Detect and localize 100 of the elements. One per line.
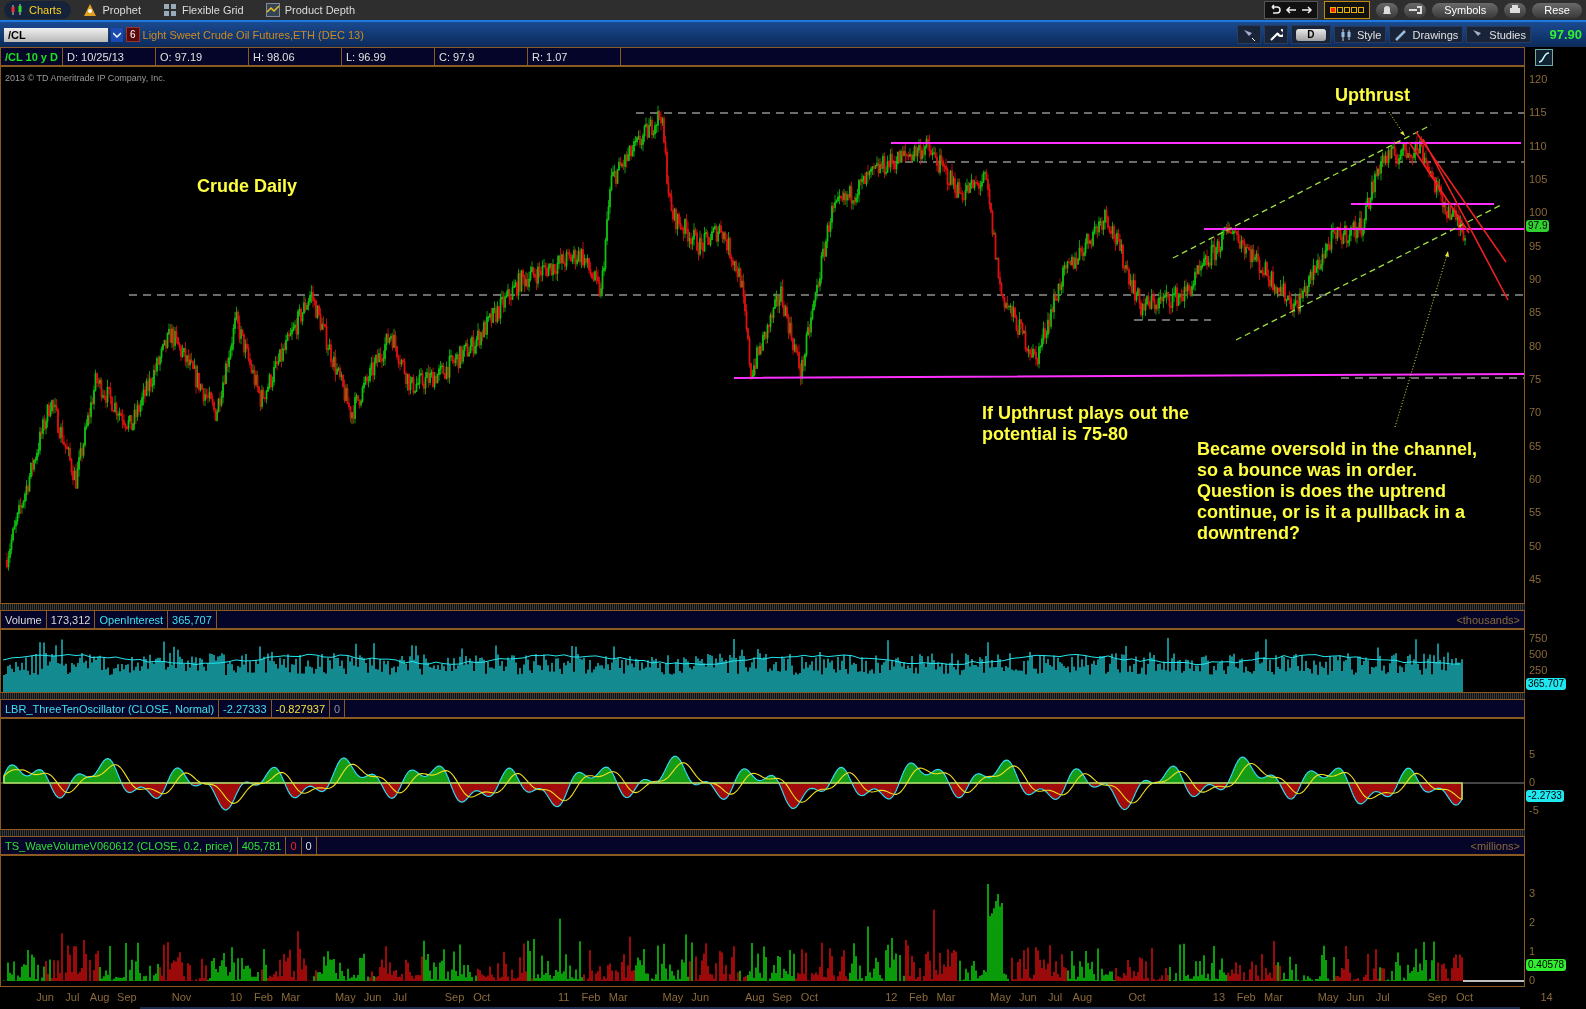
dropdown-icon[interactable] xyxy=(111,27,123,42)
app-tab[interactable]: Flexible Grid xyxy=(156,1,254,19)
study-value: TS_WaveVolumeV060612 (CLOSE, 0.2, price) xyxy=(1,837,238,854)
axis-label: 75 xyxy=(1529,372,1542,385)
axis-label: May xyxy=(334,991,356,1003)
axis-label: Sep xyxy=(117,991,137,1003)
chart-label: /CL 10 y D xyxy=(1,48,63,65)
axis-label: Jul xyxy=(1375,991,1390,1003)
price-tag: 97.9 xyxy=(1526,220,1550,232)
chart-annotation: Upthrust xyxy=(1335,85,1410,106)
axis-label: 120 xyxy=(1529,73,1548,85)
app-tab[interactable]: Prophet xyxy=(77,1,151,19)
pencil-icon xyxy=(1394,27,1409,42)
forward-arrow-icon[interactable] xyxy=(1301,4,1314,16)
axis-label: 45 xyxy=(1529,572,1542,585)
axis-label: Jul xyxy=(1048,991,1063,1003)
axis-label: Jun xyxy=(691,991,710,1003)
axis-label: Jun xyxy=(36,991,54,1003)
axis-label: 5 xyxy=(1529,748,1536,760)
axis-label: Sep xyxy=(444,991,465,1003)
depth-chart-icon xyxy=(265,3,280,17)
axis-label: Oct xyxy=(1128,991,1146,1003)
axis-label: 13 xyxy=(1212,991,1225,1003)
axis-label: 115 xyxy=(1529,106,1547,119)
axis-label: 12 xyxy=(885,991,898,1003)
print-icon[interactable] xyxy=(1504,2,1527,18)
chart-annotation: If Upthrust plays out the potential is 75-80 xyxy=(982,403,1190,445)
toolbar-button[interactable]: Drawings xyxy=(1389,26,1464,43)
axis-label: 10 xyxy=(229,991,243,1003)
axis-label: Feb xyxy=(1236,991,1256,1003)
axis-label: 750 xyxy=(1529,632,1548,644)
eye-pyramid-icon xyxy=(83,3,98,17)
quote-value: C: 97.9 xyxy=(435,48,528,65)
axis-label: May xyxy=(990,991,1011,1003)
study-value: 405,781 xyxy=(237,837,287,854)
axis-label: Nov xyxy=(171,991,192,1003)
quote-value: H: 98.06 xyxy=(249,48,342,65)
copyright-text: 2013 © TD Ameritrade IP Company, Inc. xyxy=(5,73,166,83)
quote-value: L: 96.99 xyxy=(342,48,435,65)
quote-value: D: 10/25/13 xyxy=(63,48,156,65)
axis-label: Oct xyxy=(1456,991,1474,1003)
undo-icon[interactable] xyxy=(1269,4,1282,16)
axis-label: 90 xyxy=(1529,272,1542,285)
symbol-field[interactable]: /CL xyxy=(4,27,108,42)
axis-label: Aug xyxy=(89,991,110,1003)
axis-label: 0 xyxy=(1529,974,1536,986)
symbols-button[interactable]: Symbols xyxy=(1432,2,1499,18)
study-value: -0.827937 xyxy=(271,700,331,717)
axis-label: 2 xyxy=(1529,916,1536,928)
grid-selector[interactable] xyxy=(1324,1,1371,19)
axis-label: May xyxy=(662,991,684,1003)
axis-label: Aug xyxy=(745,991,765,1003)
instrument-description: Light Sweet Crude Oil Futures,ETH (DEC 13) xyxy=(142,28,364,41)
study-value: 0 xyxy=(330,700,346,717)
axis-label: Feb xyxy=(909,991,929,1003)
axis-label: 65 xyxy=(1529,439,1542,452)
axis-label: Jun xyxy=(1018,991,1037,1003)
chart-annotation: Crude Daily xyxy=(197,176,298,197)
curve-icon[interactable] xyxy=(1535,49,1553,66)
axis-label: Mar xyxy=(1264,991,1283,1003)
axis-label: 80 xyxy=(1529,339,1542,352)
study-value: 173,312 xyxy=(46,611,96,628)
axis-label: Jul xyxy=(65,991,80,1003)
axis-label: 3 xyxy=(1529,887,1536,899)
toolbar-button[interactable]: Studies xyxy=(1466,26,1531,43)
axis-label: Aug xyxy=(1072,991,1093,1003)
axis-label: Oct xyxy=(800,991,818,1003)
toolbar-button[interactable]: Style xyxy=(1333,26,1387,43)
axis-label: Oct xyxy=(473,991,491,1003)
link-badge[interactable]: 6 xyxy=(126,27,140,42)
study-value: OpenInterest xyxy=(95,611,169,628)
axis-label: 60 xyxy=(1529,472,1542,485)
reset-button[interactable]: Rese xyxy=(1532,2,1582,18)
bell-icon[interactable] xyxy=(1376,2,1399,18)
axis-label: 105 xyxy=(1529,173,1548,185)
axis-label: 55 xyxy=(1529,506,1542,519)
back-arrow-icon[interactable] xyxy=(1285,4,1298,16)
axis-label: 85 xyxy=(1529,306,1542,319)
quote-value: R: 1.07 xyxy=(528,48,621,65)
axis-label: Mar xyxy=(608,991,628,1003)
axis-label: 50 xyxy=(1529,539,1542,552)
axis-label: 100 xyxy=(1529,206,1548,219)
app-tab[interactable]: Charts xyxy=(4,1,72,19)
axis-label: 0 xyxy=(1529,776,1536,788)
axis-label: Feb xyxy=(253,991,273,1003)
quote-value: O: 97.19 xyxy=(156,48,249,65)
axis-label: 11 xyxy=(558,991,570,1003)
axis-label: Mar xyxy=(281,991,301,1003)
axis-label: 110 xyxy=(1529,139,1547,152)
value-tag: 0.40578 xyxy=(1526,959,1567,971)
axis-label: 70 xyxy=(1529,406,1542,419)
chart-annotation: Became oversold in the channel, so a bounce was in order. Question is does the uptrend continue, or is it a pullback in a downtrend? xyxy=(1197,439,1479,544)
axis-label: Jul xyxy=(392,991,407,1003)
grid-icon xyxy=(162,3,177,17)
study-value: LBR_ThreeTenOscillator (CLOSE, Normal) xyxy=(1,700,220,717)
candlestick-icon xyxy=(10,3,24,17)
axis-label: Sep xyxy=(1427,991,1448,1003)
aggregation-button[interactable]: D xyxy=(1295,28,1326,41)
axis-label: 250 xyxy=(1529,664,1548,676)
app-tab[interactable]: Product Depth xyxy=(259,1,365,19)
